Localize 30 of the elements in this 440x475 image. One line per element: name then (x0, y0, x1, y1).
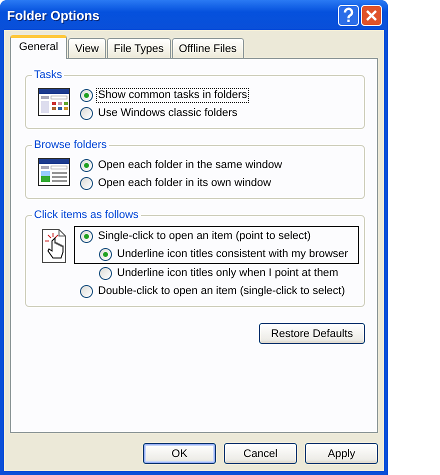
tab[interactable]: General (10, 35, 68, 59)
dialog-button[interactable]: Apply (305, 443, 378, 464)
help-icon[interactable] (338, 4, 359, 26)
radio-button[interactable] (80, 230, 93, 242)
option-label[interactable]: Double-click to open an item (single-click to select) (96, 284, 347, 298)
option-label[interactable]: Open each folder in the same window (96, 158, 284, 172)
radio-button[interactable] (99, 266, 112, 280)
option-label[interactable]: Open each folder in its own window (96, 176, 274, 190)
tab[interactable]: View (68, 38, 106, 58)
tab[interactable]: Offline Files (172, 38, 244, 58)
option-label[interactable]: Underline icon titles consistent with my browser (115, 246, 350, 262)
restore-defaults-button[interactable]: Restore Defaults (259, 323, 365, 344)
radio-button[interactable] (80, 284, 93, 298)
dialog-button[interactable]: OK (143, 443, 216, 464)
hand-pointer-icon (41, 228, 67, 264)
radio-button[interactable] (80, 158, 93, 172)
option-label[interactable]: Single-click to open an item (point to select) (96, 228, 313, 244)
window-icon (38, 158, 70, 186)
dialog-button[interactable]: Cancel (224, 443, 297, 464)
option-label[interactable]: Show common tasks in folders (96, 88, 250, 102)
window-title: Folder Options (7, 8, 100, 22)
radio-button[interactable] (80, 106, 93, 120)
radio-button[interactable] (80, 176, 93, 190)
option-label[interactable]: Use Windows classic folders (96, 106, 240, 120)
radio-button[interactable] (80, 88, 93, 102)
close-icon[interactable] (361, 4, 382, 26)
option-label[interactable]: Underline icon titles only when I point at them (115, 266, 340, 280)
tab[interactable]: File Types (106, 38, 171, 58)
radio-button[interactable] (99, 248, 112, 260)
window-icon (38, 88, 70, 116)
